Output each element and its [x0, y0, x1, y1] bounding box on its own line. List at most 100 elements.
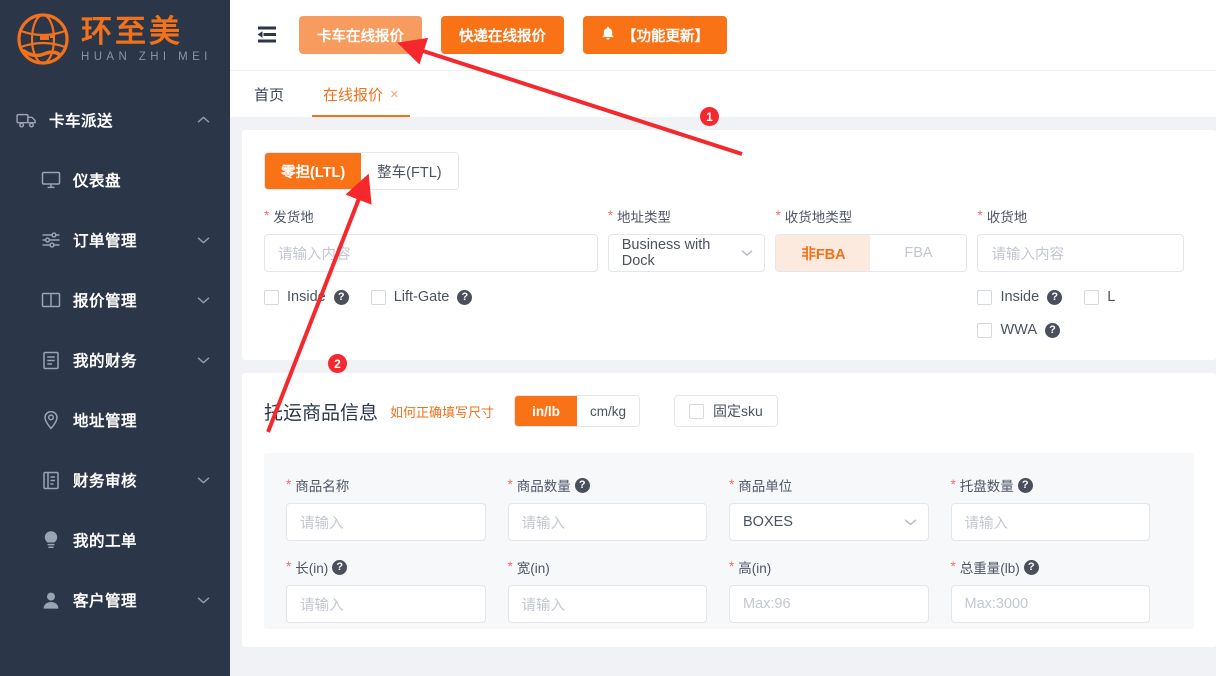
chevron-down-icon[interactable]	[197, 471, 210, 489]
goods-quantity-field: * 商品数量 ? 请输入	[507, 475, 730, 541]
checkbox-label: Inside	[287, 289, 326, 305]
sidebar-item-order-management[interactable]: 订单管理	[0, 210, 230, 270]
checkbox-box[interactable]	[977, 289, 993, 305]
origin-input[interactable]: 请输入内容	[264, 234, 598, 272]
origin-inside-checkbox[interactable]: Inside ?	[264, 289, 349, 305]
fixed-sku-checkbox[interactable]: 固定sku	[674, 395, 778, 427]
field-label-text: 商品名称	[295, 479, 350, 494]
pallet-quantity-input[interactable]: 请输入	[950, 503, 1150, 541]
truck-online-quote-button[interactable]: 卡车在线报价	[299, 16, 422, 54]
sidebar-item-label: 我的财务	[73, 353, 138, 370]
origin-liftgate-checkbox[interactable]: Lift-Gate ?	[370, 289, 473, 305]
option-label: 非FBA	[801, 246, 846, 263]
goods-size-hint-link[interactable]: 如何正确填写尺寸	[390, 402, 494, 421]
dest-type-nonfba-option[interactable]: 非FBA	[776, 235, 872, 271]
help-icon[interactable]: ?	[1045, 322, 1060, 338]
required-mark: *	[286, 477, 292, 493]
shipment-form-row: * 发货地 请输入内容 Inside ? Lift-Gate ? * 地址类型 …	[264, 206, 1194, 338]
chevron-down-icon[interactable]	[197, 351, 210, 369]
globe-hand-logo-icon	[14, 11, 72, 69]
field-label-text: 商品数量	[516, 479, 571, 494]
goods-unit-select[interactable]: BOXES	[729, 503, 929, 541]
chevron-down-icon[interactable]	[197, 291, 210, 309]
required-mark: *	[729, 477, 735, 493]
destination-options-row-2: WWA ?	[977, 322, 1184, 338]
annotation-badge-2: 2	[328, 354, 347, 373]
mode-ltl-tab[interactable]: 零担(LTL)	[265, 153, 362, 189]
sidebar-item-label: 客户管理	[73, 593, 138, 610]
checkbox-box[interactable]	[689, 403, 705, 419]
sidebar-item-customer-management[interactable]: 客户管理	[0, 570, 230, 630]
destination-wwa-checkbox[interactable]: WWA ?	[977, 322, 1060, 338]
height-field: * 高(in) Max:96	[729, 557, 951, 623]
length-field: * 长(in) ? 请输入	[286, 557, 508, 623]
sidebar-item-dashboard[interactable]: 仪表盘	[0, 150, 230, 210]
sidebar-item-my-tickets[interactable]: 我的工单	[0, 510, 230, 570]
help-icon[interactable]: ?	[1023, 559, 1039, 575]
required-mark: *	[775, 208, 781, 224]
checkbox-box[interactable]	[264, 289, 279, 305]
tab-home[interactable]: 首页	[254, 71, 306, 117]
help-icon[interactable]: ?	[574, 477, 590, 493]
total-weight-input[interactable]: Max:3000	[950, 585, 1150, 623]
sidebar-item-truck-delivery[interactable]: 卡车派送	[0, 90, 230, 150]
help-icon[interactable]: ?	[1047, 289, 1063, 305]
sidebar-item-my-finance[interactable]: 我的财务	[0, 330, 230, 390]
sidebar-item-label: 订单管理	[73, 233, 138, 250]
brand-name-en: HUAN ZHI MEI	[81, 51, 212, 63]
chevron-down-icon[interactable]	[197, 591, 210, 609]
chevron-down-icon[interactable]	[197, 231, 210, 249]
goods-unit-label: * 商品单位	[729, 475, 929, 495]
required-mark: *	[977, 208, 983, 224]
express-online-quote-button[interactable]: 快递在线报价	[441, 16, 564, 54]
help-icon[interactable]: ?	[333, 289, 349, 305]
goods-row: * 商品名称 请输入 * 商品数量 ? 请输入 * 商品单位 BOXES * 托…	[286, 475, 1172, 541]
page-content: 零担(LTL) 整车(FTL) * 发货地 请输入内容 Inside ? Lif…	[230, 118, 1216, 676]
goods-header: 托运商品信息 如何正确填写尺寸 in/lb cm/kg 固定sku	[264, 395, 1194, 427]
field-label-text: 收货地类型	[784, 210, 853, 225]
close-icon[interactable]: ×	[390, 86, 399, 103]
dest-type-switch: 非FBA FBA	[775, 234, 968, 272]
total-weight-field: * 总重量(lb) ? Max:3000	[950, 557, 1173, 623]
origin-label: * 发货地	[264, 206, 598, 226]
help-icon[interactable]: ?	[332, 559, 348, 575]
goods-card: 托运商品信息 如何正确填写尺寸 in/lb cm/kg 固定sku * 商品名称…	[242, 373, 1216, 647]
required-mark: *	[729, 559, 735, 575]
destination-input[interactable]: 请输入内容	[977, 234, 1184, 272]
sidebar-item-quote-management[interactable]: 报价管理	[0, 270, 230, 330]
help-icon[interactable]: ?	[457, 289, 473, 305]
sidebar-item-address-management[interactable]: 地址管理	[0, 390, 230, 450]
goods-name-field: * 商品名称 请输入	[286, 475, 508, 541]
button-label: 卡车在线报价	[317, 28, 404, 45]
checkbox-box[interactable]	[1084, 289, 1100, 305]
menu-collapse-icon[interactable]	[254, 22, 280, 48]
tab-label: 在线报价	[323, 86, 384, 104]
mode-ftl-tab[interactable]: 整车(FTL)	[361, 153, 458, 189]
checkbox-box[interactable]	[977, 322, 993, 338]
unit-cmkg-option[interactable]: cm/kg	[577, 396, 640, 426]
field-label-text: 宽(in)	[516, 561, 550, 576]
destination-inside-checkbox[interactable]: Inside ?	[977, 289, 1063, 305]
length-input[interactable]: 请输入	[286, 585, 486, 623]
chevron-up-icon[interactable]	[197, 111, 210, 129]
dest-type-fba-option[interactable]: FBA	[870, 235, 967, 271]
book-icon	[40, 289, 62, 311]
monitor-icon	[40, 169, 62, 191]
height-input[interactable]: Max:96	[729, 585, 929, 623]
destination-liftgate-checkbox[interactable]: L	[1084, 289, 1115, 305]
field-label-text: 长(in)	[295, 561, 329, 576]
unit-inlb-option[interactable]: in/lb	[515, 396, 578, 426]
width-input[interactable]: 请输入	[507, 585, 707, 623]
required-mark: *	[507, 477, 513, 493]
goods-name-input[interactable]: 请输入	[286, 503, 486, 541]
feature-update-button[interactable]: 【功能更新】	[583, 16, 727, 54]
help-icon[interactable]: ?	[1017, 477, 1033, 493]
checkbox-box[interactable]	[370, 289, 386, 305]
address-type-select[interactable]: Business with Dock	[607, 234, 766, 272]
sliders-icon	[40, 229, 62, 251]
address-type-label: * 地址类型	[608, 206, 766, 226]
goods-quantity-input[interactable]: 请输入	[507, 503, 707, 541]
tab-online-quote[interactable]: 在线报价 ×	[306, 71, 416, 117]
field-label-text: 收货地	[986, 210, 1028, 225]
sidebar-item-finance-audit[interactable]: 财务审核	[0, 450, 230, 510]
